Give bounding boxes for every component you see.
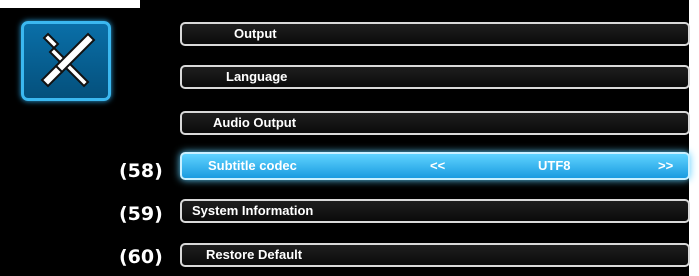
- menu-item-label: Output: [234, 26, 277, 41]
- tv-screen: Output Language Audio Output Subtitle co…: [0, 0, 699, 276]
- frame-edge: [0, 0, 140, 8]
- menu-item-system-information[interactable]: System Information: [180, 199, 690, 223]
- menu-item-output[interactable]: Output: [180, 22, 690, 46]
- annotation-60: (60): [119, 246, 163, 268]
- menu-item-label: Audio Output: [213, 115, 297, 130]
- menu-item-audio-output[interactable]: Audio Output: [180, 111, 690, 135]
- tools-icon: [21, 21, 111, 101]
- menu-item-label: Subtitle codec: [208, 158, 297, 173]
- next-arrow[interactable]: >>: [658, 154, 673, 178]
- menu-item-language[interactable]: Language: [180, 65, 690, 89]
- menu-item-label: System Information: [192, 203, 314, 218]
- prev-arrow[interactable]: <<: [430, 154, 445, 178]
- menu-item-subtitle-codec[interactable]: Subtitle codec << UTF8 >>: [180, 152, 690, 180]
- annotation-59: (59): [119, 203, 163, 225]
- codec-value: UTF8: [538, 158, 571, 173]
- menu-item-restore-default[interactable]: Restore Default: [180, 243, 690, 267]
- menu-item-label: Restore Default: [206, 247, 303, 262]
- menu-item-label: Language: [226, 69, 288, 84]
- annotation-58: (58): [119, 160, 163, 182]
- frame-edge-right: [689, 0, 699, 276]
